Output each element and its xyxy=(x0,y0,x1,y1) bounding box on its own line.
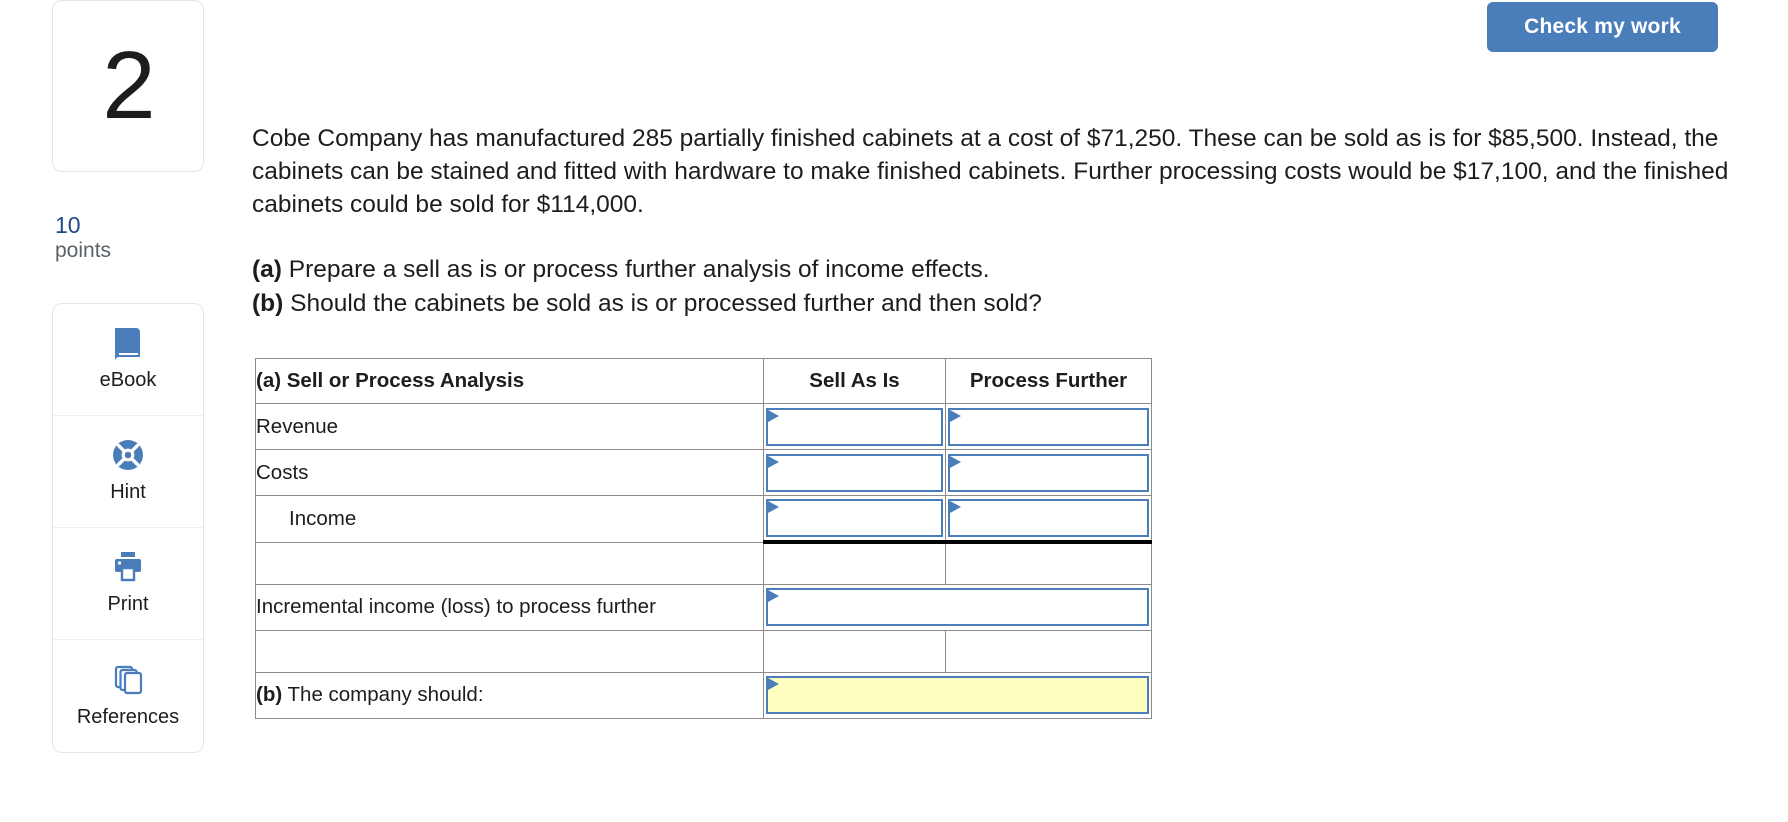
input-wrapper xyxy=(766,676,1149,714)
question-number: 2 xyxy=(102,32,155,139)
check-my-work-button[interactable]: Check my work xyxy=(1487,2,1718,52)
table-header-row: (a) Sell or Process Analysis Sell As Is … xyxy=(255,358,1152,404)
row-label: (b) The company should: xyxy=(255,671,764,719)
table-row-incremental-income: Incremental income (loss) to process fur… xyxy=(255,583,1152,631)
input-wrapper xyxy=(948,499,1149,537)
company-should-cell[interactable] xyxy=(763,671,1152,719)
question-part-a: (a) Prepare a sell as is or process furt… xyxy=(252,253,1552,287)
points-value: 10 xyxy=(55,212,81,238)
incremental-income-cell[interactable] xyxy=(763,583,1152,631)
income-process-further-input[interactable] xyxy=(950,501,1147,535)
table-spacer-row-2 xyxy=(255,629,1152,673)
header-analysis: (a) Sell or Process Analysis xyxy=(255,358,764,404)
tool-label: eBook xyxy=(99,369,157,392)
sell-or-process-table: (a) Sell or Process Analysis Sell As Is … xyxy=(255,358,1152,719)
incremental-income-input[interactable] xyxy=(768,590,1147,624)
income-sell-as-is-cell[interactable] xyxy=(763,495,946,544)
table-row-income: Income xyxy=(255,495,1152,544)
row-label: Incremental income (loss) to process fur… xyxy=(255,583,764,631)
tool-print[interactable]: Print xyxy=(53,528,203,640)
revenue-sell-as-is-input[interactable] xyxy=(768,409,941,444)
question-part-b: (b) Should the cabinets be sold as is or… xyxy=(252,287,1552,321)
left-rail: 2 10 points eBook Hint Print References xyxy=(52,0,204,753)
costs-sell-as-is-input[interactable] xyxy=(768,455,941,490)
revenue-sell-as-is-cell[interactable] xyxy=(763,403,946,450)
points-label: points xyxy=(55,239,112,263)
income-sell-as-is-input[interactable] xyxy=(768,501,941,535)
points-block: 10 points xyxy=(52,212,204,265)
table-row-revenue: Revenue xyxy=(255,403,1152,450)
part-b-marker: (b) xyxy=(252,290,284,317)
question-subparts: (a) Prepare a sell as is or process furt… xyxy=(252,253,1552,321)
tools-panel: eBook Hint Print References xyxy=(52,302,204,753)
question-page: Check my work 2 10 points eBook Hint Pri… xyxy=(0,0,1788,822)
row-label: Revenue xyxy=(255,403,764,450)
table-spacer-row-1 xyxy=(255,541,1152,585)
header-process-further: Process Further xyxy=(945,358,1152,404)
header-sell-as-is: Sell As Is xyxy=(763,358,946,404)
input-wrapper xyxy=(766,499,943,537)
part-a-marker: (a) xyxy=(252,256,282,283)
tool-label: Hint xyxy=(110,481,146,504)
revenue-process-further-cell[interactable] xyxy=(945,403,1152,450)
spacer-cell xyxy=(763,541,946,585)
spacer-cell xyxy=(945,541,1152,585)
spacer-cell xyxy=(763,629,946,673)
row-label: Income xyxy=(255,495,764,543)
input-wrapper xyxy=(766,588,1149,626)
printer-icon xyxy=(110,550,146,584)
conclusion-label: The company should: xyxy=(287,683,484,706)
tool-hint[interactable]: Hint xyxy=(53,416,203,528)
tool-label: Print xyxy=(107,593,149,616)
question-number-box: 2 xyxy=(52,0,204,172)
part-a-text: Prepare a sell as is or process further … xyxy=(288,256,990,283)
costs-process-further-input[interactable] xyxy=(950,455,1147,490)
input-wrapper xyxy=(948,407,1149,446)
part-b-marker-table: (b) xyxy=(256,683,283,706)
income-process-further-cell[interactable] xyxy=(945,495,1152,544)
tool-references[interactable]: References xyxy=(53,640,203,752)
input-wrapper xyxy=(766,453,943,492)
spacer-cell xyxy=(255,629,764,673)
documents-stack-icon xyxy=(110,663,146,697)
table-row-company-should: (b) The company should: xyxy=(255,671,1152,719)
costs-sell-as-is-cell[interactable] xyxy=(763,449,946,496)
revenue-process-further-input[interactable] xyxy=(950,409,1147,444)
spacer-cell xyxy=(255,541,764,585)
tool-label: References xyxy=(76,705,180,728)
input-wrapper xyxy=(948,453,1149,492)
costs-process-further-cell[interactable] xyxy=(945,449,1152,496)
table-row-costs: Costs xyxy=(255,449,1152,496)
tool-ebook[interactable]: eBook xyxy=(53,304,203,416)
life-ring-icon xyxy=(110,438,146,472)
row-label: Costs xyxy=(255,449,764,496)
company-should-input[interactable] xyxy=(768,678,1147,712)
book-icon xyxy=(110,326,146,362)
part-b-text: Should the cabinets be sold as is or pro… xyxy=(290,290,1042,317)
question-paragraph: Cobe Company has manufactured 285 partia… xyxy=(252,125,1729,218)
spacer-cell xyxy=(945,629,1152,673)
input-wrapper xyxy=(766,407,943,446)
